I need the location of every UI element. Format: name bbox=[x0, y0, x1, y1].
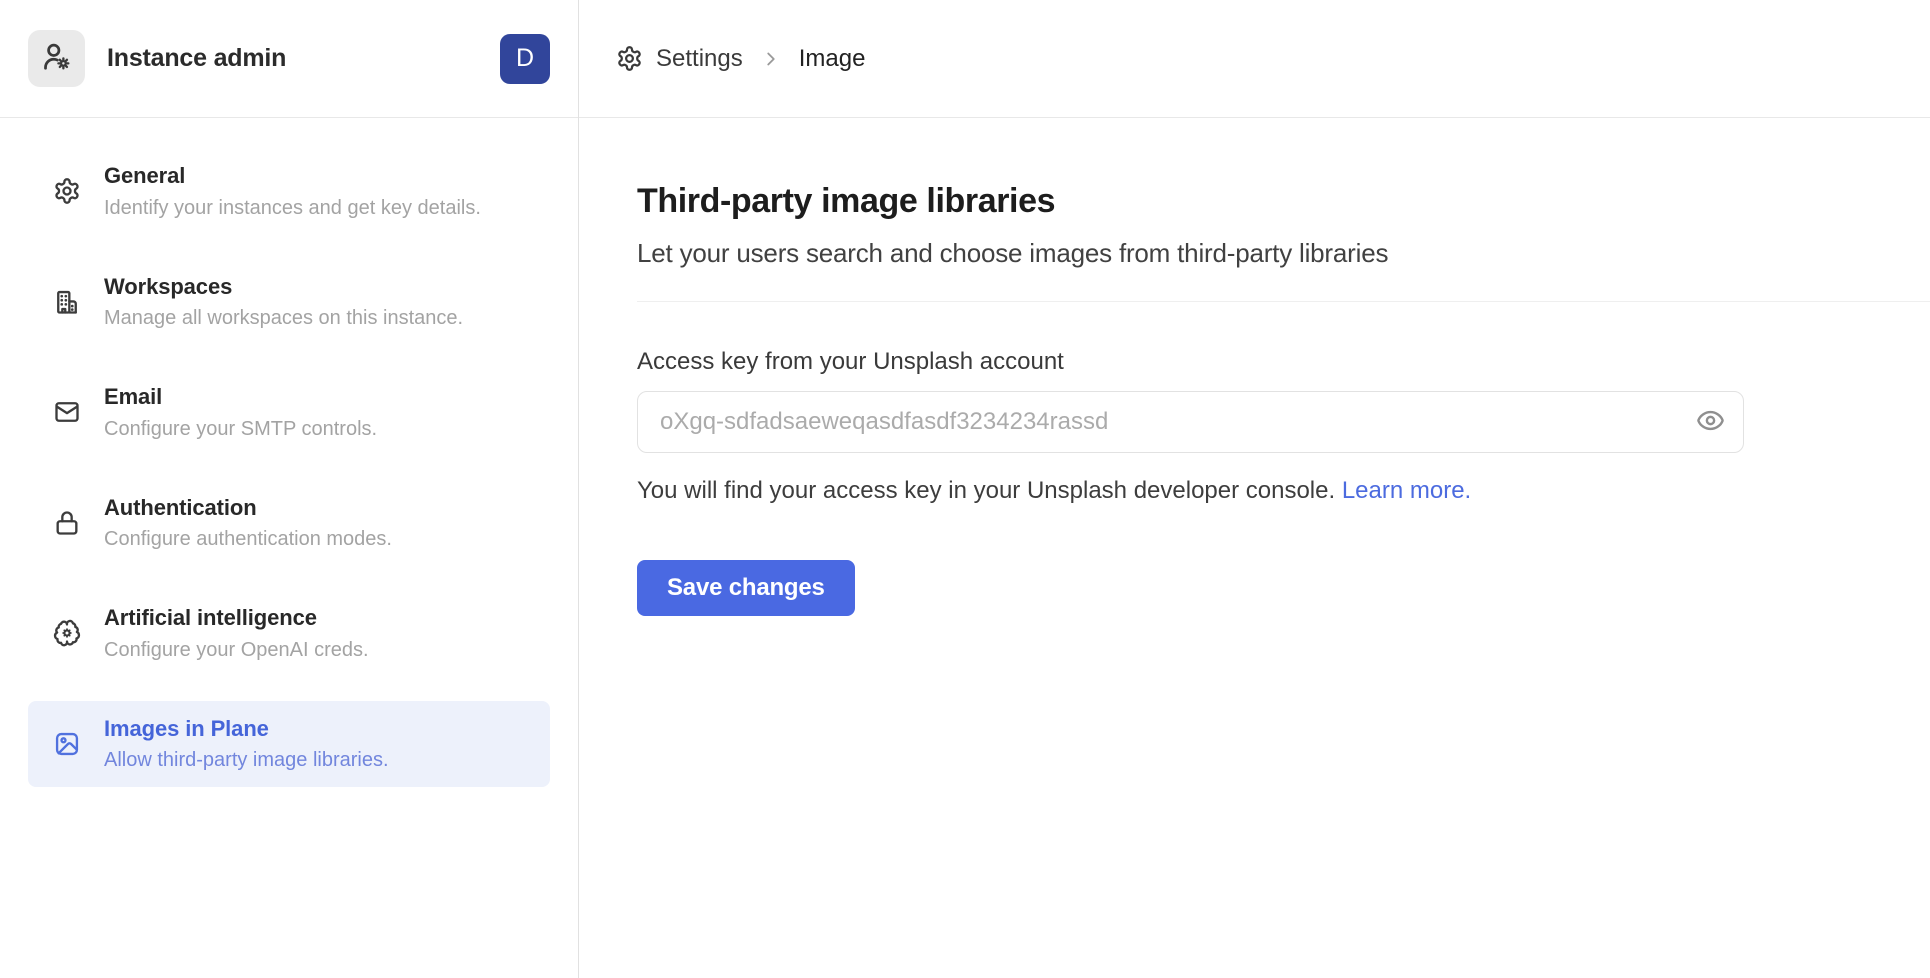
sidebar-item-description: Configure authentication modes. bbox=[104, 527, 392, 552]
sidebar-item-description: Allow third-party image libraries. bbox=[104, 748, 389, 773]
access-key-field-wrap bbox=[637, 391, 1744, 453]
section-divider bbox=[637, 301, 1930, 302]
building-icon bbox=[53, 288, 81, 316]
sidebar-item-label: Workspaces bbox=[104, 273, 463, 301]
access-key-input[interactable] bbox=[637, 391, 1744, 453]
toggle-visibility-button[interactable] bbox=[1693, 405, 1727, 439]
sidebar: Instance admin D General Identify your i… bbox=[0, 0, 579, 978]
settings-content: Third-party image libraries Let your use… bbox=[579, 118, 1930, 616]
sidebar-nav: General Identify your instances and get … bbox=[0, 118, 578, 811]
breadcrumb: Settings Image bbox=[616, 45, 865, 73]
sidebar-item-label: Authentication bbox=[104, 494, 392, 522]
sidebar-item-general[interactable]: General Identify your instances and get … bbox=[28, 148, 550, 235]
page-title: Third-party image libraries bbox=[637, 181, 1930, 222]
sidebar-item-label: Artificial intelligence bbox=[104, 604, 369, 632]
app-title: Instance admin bbox=[107, 44, 500, 73]
sidebar-item-label: General bbox=[104, 162, 481, 190]
sidebar-item-description: Identify your instances and get key deta… bbox=[104, 196, 481, 221]
help-text-body: You will find your access key in your Un… bbox=[637, 477, 1335, 504]
brain-cog-icon bbox=[53, 619, 81, 647]
sidebar-item-artificial-intelligence[interactable]: Artificial intelligence Configure your O… bbox=[28, 590, 550, 677]
sidebar-header: Instance admin D bbox=[0, 0, 578, 118]
settings-gear-icon bbox=[616, 45, 643, 72]
page-subtitle: Let your users search and choose images … bbox=[637, 237, 1930, 271]
breadcrumb-image: Image bbox=[799, 45, 866, 73]
mail-icon bbox=[53, 398, 81, 426]
lock-icon bbox=[53, 509, 81, 537]
gear-icon bbox=[53, 177, 81, 205]
save-changes-button[interactable]: Save changes bbox=[637, 560, 855, 616]
sidebar-item-description: Configure your OpenAI creds. bbox=[104, 638, 369, 663]
sidebar-item-label: Images in Plane bbox=[104, 715, 389, 743]
avatar[interactable]: D bbox=[500, 34, 550, 84]
learn-more-link[interactable]: Learn more. bbox=[1342, 477, 1471, 504]
eye-icon bbox=[1696, 406, 1725, 438]
sidebar-item-description: Manage all workspaces on this instance. bbox=[104, 306, 463, 331]
sidebar-item-images-in-plane[interactable]: Images in Plane Allow third-party image … bbox=[28, 701, 550, 788]
sidebar-item-label: Email bbox=[104, 383, 377, 411]
image-icon bbox=[53, 730, 81, 758]
instance-admin-chip bbox=[28, 30, 85, 87]
breadcrumb-settings[interactable]: Settings bbox=[656, 45, 743, 73]
access-key-label: Access key from your Unsplash account bbox=[637, 348, 1930, 376]
main-header: Settings Image bbox=[579, 0, 1930, 118]
user-cog-icon bbox=[40, 40, 73, 78]
sidebar-item-workspaces[interactable]: Workspaces Manage all workspaces on this… bbox=[28, 259, 550, 346]
chevron-right-icon bbox=[760, 48, 782, 70]
help-text: You will find your access key in your Un… bbox=[637, 475, 1930, 506]
sidebar-item-authentication[interactable]: Authentication Configure authentication … bbox=[28, 480, 550, 567]
instance-admin-app: Instance admin D General Identify your i… bbox=[0, 0, 1930, 978]
sidebar-item-description: Configure your SMTP controls. bbox=[104, 417, 377, 442]
main-area: Settings Image Third-party image librari… bbox=[579, 0, 1930, 978]
sidebar-item-email[interactable]: Email Configure your SMTP controls. bbox=[28, 369, 550, 456]
